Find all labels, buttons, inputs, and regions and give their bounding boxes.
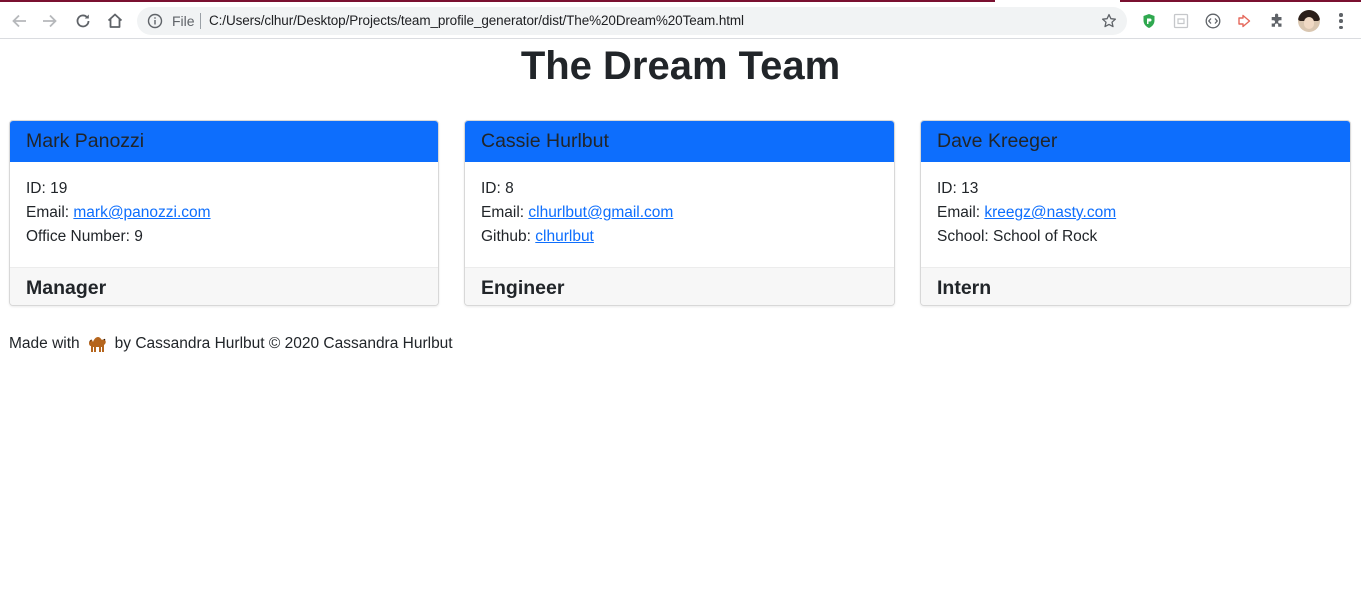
employee-role: Intern: [921, 267, 1350, 305]
address-scheme-label: File: [172, 13, 195, 29]
employee-role: Manager: [10, 267, 438, 305]
puzzle-icon[interactable]: [1267, 11, 1287, 31]
address-url[interactable]: C:/Users/clhur/Desktop/Projects/team_pro…: [209, 13, 744, 29]
employee-card-intern: Dave Kreeger ID: 13 Email: kreegz@nasty.…: [920, 120, 1351, 306]
code-extension-icon[interactable]: [1203, 11, 1223, 31]
employee-name: Cassie Hurlbut: [465, 121, 894, 162]
github-link[interactable]: clhurlbut: [535, 228, 594, 245]
email-link[interactable]: clhurlbut@gmail.com: [528, 204, 673, 221]
employee-role: Engineer: [465, 267, 894, 305]
employee-email-row: Email: clhurlbut@gmail.com: [481, 201, 878, 225]
school: School: School of Rock: [937, 228, 1098, 245]
forward-icon[interactable]: [38, 9, 62, 33]
github-row: Github: clhurlbut: [481, 225, 878, 249]
shield-extension-icon[interactable]: [1139, 11, 1159, 31]
page-title: The Dream Team: [520, 44, 841, 88]
employee-details: ID: 13 Email: kreegz@nasty.com School: S…: [921, 162, 1350, 267]
back-icon[interactable]: [7, 9, 31, 33]
footer-made-with: Made with: [9, 335, 80, 352]
home-icon[interactable]: [103, 9, 127, 33]
employee-name: Dave Kreeger: [921, 121, 1350, 162]
menu-icon[interactable]: [1332, 12, 1350, 30]
menu-dot: [1339, 13, 1343, 17]
email-link[interactable]: kreegz@nasty.com: [984, 204, 1116, 221]
avatar[interactable]: [1298, 10, 1320, 32]
employee-id: ID: 8: [481, 180, 514, 197]
employee-id: ID: 19: [26, 180, 68, 197]
box-extension-icon[interactable]: [1171, 11, 1191, 31]
camel-icon: [88, 337, 106, 352]
github-label: Github:: [481, 228, 536, 245]
employee-details: ID: 8 Email: clhurlbut@gmail.com Github:…: [465, 162, 894, 267]
employee-card-engineer: Cassie Hurlbut ID: 8 Email: clhurlbut@gm…: [464, 120, 895, 306]
menu-dot: [1339, 25, 1343, 29]
avatar-face: [1304, 17, 1314, 29]
email-label: Email:: [937, 204, 985, 221]
email-link[interactable]: mark@panozzi.com: [73, 204, 210, 221]
email-label: Email:: [26, 204, 74, 221]
email-label: Email:: [481, 204, 529, 221]
info-icon[interactable]: [147, 13, 163, 29]
reload-icon[interactable]: [71, 9, 95, 33]
employee-details: ID: 19 Email: mark@panozzi.com Office Nu…: [10, 162, 438, 267]
star-icon[interactable]: [1101, 13, 1117, 29]
arrow-extension-icon[interactable]: [1235, 11, 1255, 31]
address-divider: [200, 13, 201, 29]
employee-email-row: Email: mark@panozzi.com: [26, 201, 422, 225]
footer-credit: by Cassandra Hurlbut © 2020 Cassandra Hu…: [114, 335, 453, 352]
office-number: Office Number: 9: [26, 228, 143, 245]
page-footer: Made with by Cassandra Hurlbut © 2020 Ca…: [9, 333, 453, 355]
menu-dot: [1339, 19, 1343, 23]
employee-name: Mark Panozzi: [10, 121, 438, 162]
browser-toolbar: File C:/Users/clhur/Desktop/Projects/tea…: [0, 2, 1361, 39]
employee-email-row: Email: kreegz@nasty.com: [937, 201, 1334, 225]
address-bar[interactable]: File C:/Users/clhur/Desktop/Projects/tea…: [137, 7, 1127, 35]
employee-card-manager: Mark Panozzi ID: 19 Email: mark@panozzi.…: [9, 120, 439, 306]
employee-id: ID: 13: [937, 180, 979, 197]
